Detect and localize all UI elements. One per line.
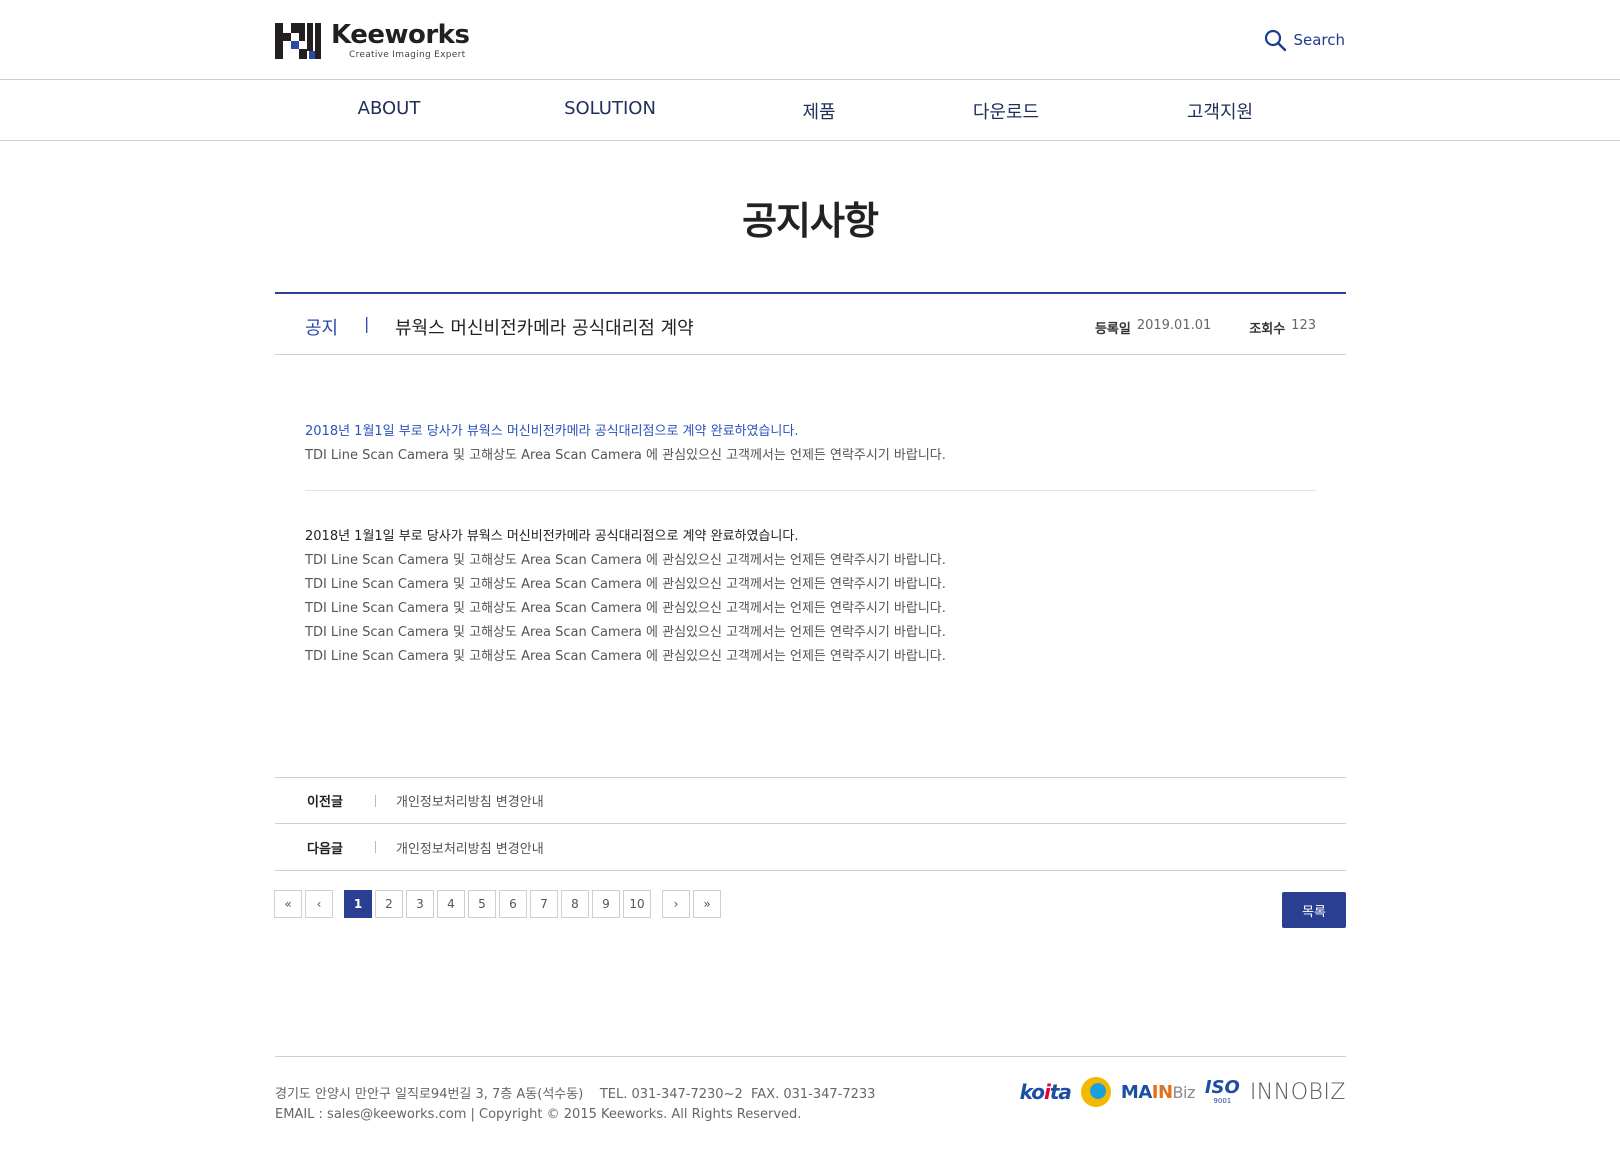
site-header: Keeworks Creative Imaging Expert Search (0, 0, 1620, 80)
koita-logo-icon: koita (1019, 1080, 1072, 1104)
views-value: 123 (1291, 318, 1316, 333)
footer-address: 경기도 안양시 만안구 일직로94번길 3, 7층 A동(석수동) TEL. 0… (275, 1087, 876, 1102)
prev-label: 이전글 (307, 795, 343, 810)
date-value: 2019.01.01 (1136, 318, 1212, 333)
iso-logo-icon: ISO 9001 (1204, 1076, 1240, 1106)
page-button[interactable]: 8 (561, 890, 589, 918)
footer-info: 경기도 안양시 만안구 일직로94번길 3, 7층 A동(석수동) TEL. 0… (275, 1085, 875, 1125)
page-button[interactable]: 5 (468, 890, 496, 918)
post-content: 2018년 1월1일 부로 당사가 뷰웍스 머신비전카메라 공식대리점으로 계약… (305, 420, 1316, 669)
search-label: Search (1293, 31, 1345, 49)
page-button[interactable]: 7 (530, 890, 558, 918)
next-page-button[interactable]: › (662, 890, 690, 918)
views-label: 조회수 (1249, 322, 1286, 337)
section-line: TDI Line Scan Camera 및 고해상도 Area Scan Ca… (305, 625, 946, 640)
main-nav: ABOUT SOLUTION 제품 다운로드 고객지원 (0, 80, 1620, 141)
next-divider (375, 841, 376, 853)
content-divider (305, 490, 1316, 491)
logo-tagline: Creative Imaging Expert (349, 50, 466, 60)
iso-text: ISO (1204, 1076, 1240, 1098)
next-post-link[interactable]: 개인정보처리방침 변경안내 (396, 838, 544, 857)
section-line: TDI Line Scan Camera 및 고해상도 Area Scan Ca… (305, 601, 946, 616)
prev-page-button[interactable]: ‹ (305, 890, 333, 918)
page-button[interactable]: 10 (623, 890, 651, 918)
page-button[interactable]: 1 (344, 890, 372, 918)
footer-copyright: EMAIL : sales@keeworks.com | Copyright ©… (275, 1107, 802, 1122)
search-icon (1265, 29, 1287, 52)
nav-item-solution[interactable]: SOLUTION (564, 98, 656, 119)
post-header: 공지 | 뷰웍스 머신비전카메라 공식대리점 계약 등록일 2019.01.01… (275, 292, 1346, 355)
intro-body: TDI Line Scan Camera 및 고해상도 Area Scan Ca… (305, 448, 946, 463)
nav-item-downloads[interactable]: 다운로드 (973, 98, 1039, 124)
page-button[interactable]: 4 (437, 890, 465, 918)
intro-highlight: 2018년 1월1일 부로 당사가 뷰웍스 머신비전카메라 공식대리점으로 계약… (305, 424, 799, 439)
page-title: 공지사항 (742, 199, 879, 243)
section-line: TDI Line Scan Camera 및 고해상도 Area Scan Ca… (305, 577, 946, 592)
nav-item-support[interactable]: 고객지원 (1187, 98, 1253, 124)
post-title: 뷰웍스 머신비전카메라 공식대리점 계약 (395, 318, 694, 339)
venture-logo-icon (1080, 1077, 1111, 1107)
certification-logos: koita MAINBiz ISO 9001 INNOBIZ (1020, 1077, 1346, 1107)
pagination: « ‹ 1 2 3 4 5 6 7 8 9 10 › » (274, 890, 724, 918)
prev-divider (375, 794, 376, 807)
prev-post-link[interactable]: 개인정보처리방침 변경안내 (396, 791, 544, 810)
iso-number: 9001 (1213, 1096, 1232, 1105)
page-button[interactable]: 9 (592, 890, 620, 918)
logo-mark-icon (275, 23, 321, 59)
list-button[interactable]: 목록 (1282, 892, 1346, 928)
page-button[interactable]: 3 (406, 890, 434, 918)
search-button[interactable]: Search (1263, 28, 1345, 52)
first-page-button[interactable]: « (274, 890, 302, 918)
site-footer: 경기도 안양시 만안구 일직로94번길 3, 7층 A동(석수동) TEL. 0… (275, 1056, 1346, 1122)
page-button[interactable]: 6 (499, 890, 527, 918)
post-category: 공지 (305, 318, 339, 339)
post-meta: 등록일 2019.01.01 조회수 123 (1095, 318, 1316, 337)
section-line: TDI Line Scan Camera 및 고해상도 Area Scan Ca… (305, 649, 946, 664)
date-label: 등록일 (1094, 322, 1131, 337)
last-page-button[interactable]: » (693, 890, 721, 918)
section-heading: 2018년 1월1일 부로 당사가 뷰웍스 머신비전카메라 공식대리점으로 계약… (305, 529, 799, 544)
post-separator: | (364, 314, 370, 333)
nav-item-about[interactable]: ABOUT (358, 98, 421, 119)
section-line: TDI Line Scan Camera 및 고해상도 Area Scan Ca… (305, 553, 946, 568)
innobiz-logo-icon: INNOBIZ (1249, 1079, 1346, 1105)
nav-item-products[interactable]: 제품 (802, 98, 835, 124)
prev-post-row: 이전글 개인정보처리방침 변경안내 (275, 777, 1346, 824)
page-button[interactable]: 2 (375, 890, 403, 918)
next-post-row: 다음글 개인정보처리방침 변경안내 (275, 824, 1346, 871)
keeworks-logo[interactable]: Keeworks Creative Imaging Expert (275, 20, 470, 60)
next-label: 다음글 (307, 841, 343, 857)
logo-word: Keeworks (331, 20, 470, 50)
mainbiz-logo-icon: MAINBiz (1120, 1081, 1195, 1103)
